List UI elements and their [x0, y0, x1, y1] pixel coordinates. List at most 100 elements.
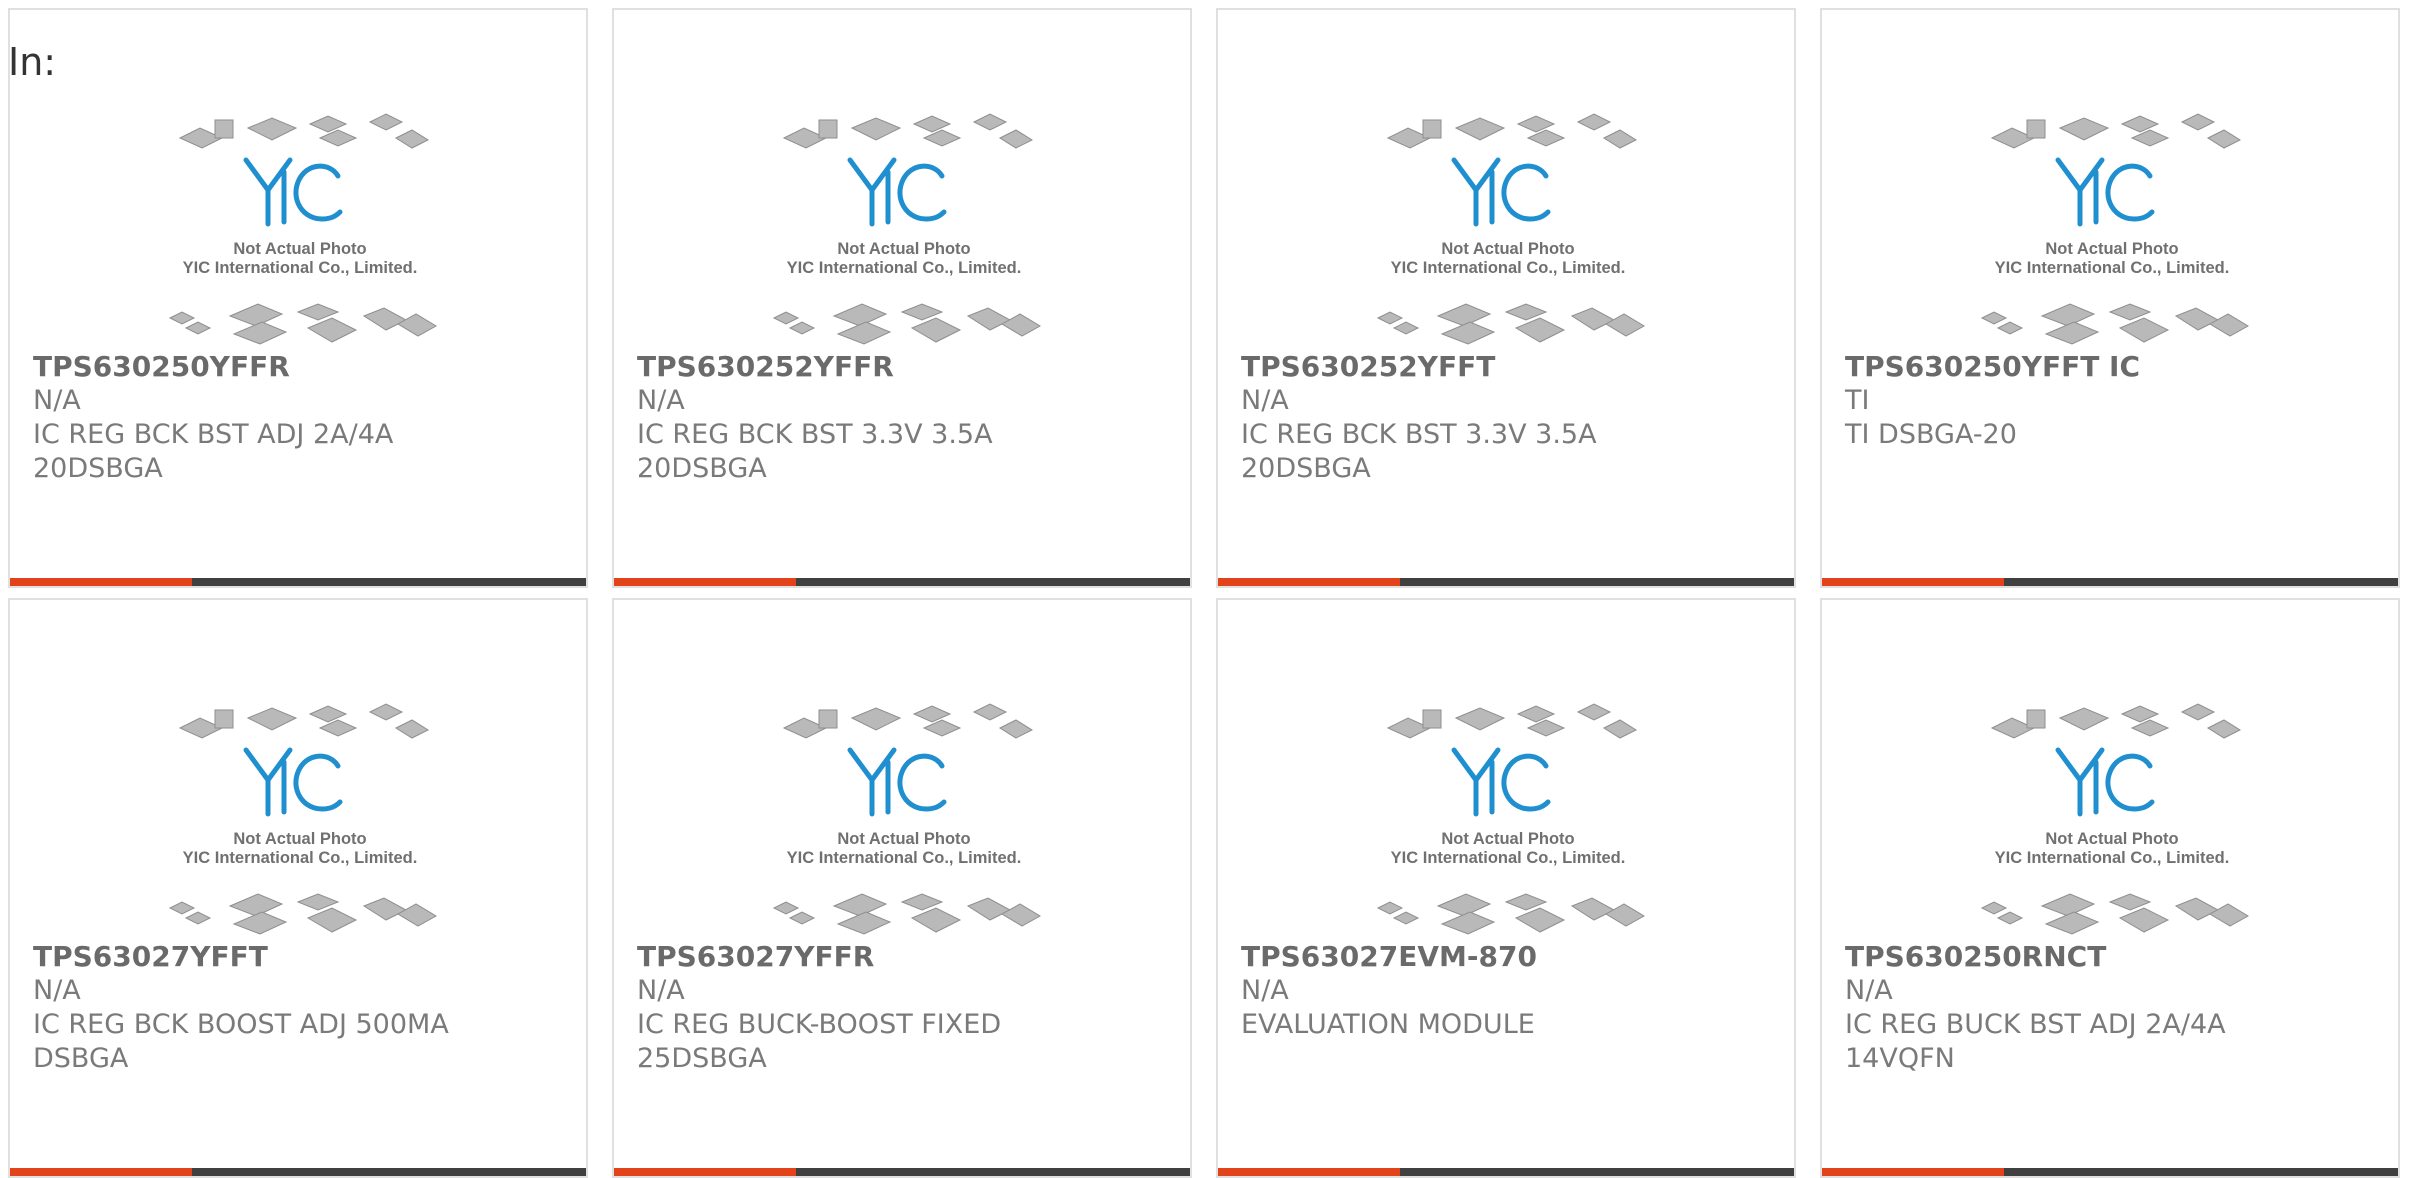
package: 14VQFN — [1845, 1043, 1955, 1074]
card-bar-accent — [1822, 1168, 2004, 1176]
part-number[interactable]: TPS630250RNCT — [1845, 940, 2380, 974]
description: IC REG BCK BOOST ADJ 500MA — [33, 1009, 449, 1040]
caption-line-2: YIC International Co., Limited. — [1390, 259, 1626, 277]
card-bar-accent — [1218, 578, 1400, 586]
manufacturer: N/A — [1241, 385, 1289, 416]
photo-caption: Not Actual Photo YIC International Co., L… — [1972, 830, 2252, 868]
caption-line-2: YIC International Co., Limited. — [1994, 849, 2230, 867]
yic-logo — [2055, 747, 2155, 817]
caption-line-1: Not Actual Photo — [2045, 240, 2179, 258]
caption-line-1: Not Actual Photo — [233, 830, 367, 848]
product-card[interactable]: Not Actual Photo YIC International Co., L… — [1216, 8, 1796, 588]
product-info: TPS630250RNCT N/A IC REG BUCK BST ADJ 2A… — [1845, 940, 2380, 1076]
description: IC REG BCK BST 3.3V 3.5A — [1241, 419, 1597, 450]
card-bar — [1822, 578, 2398, 586]
manufacturer: N/A — [1845, 975, 1893, 1006]
manufacturer: N/A — [637, 385, 685, 416]
package: 20DSBGA — [1241, 453, 1371, 484]
photo-caption: Not Actual Photo YIC International Co., L… — [764, 240, 1044, 278]
product-card[interactable]: Not Actual Photo YIC International Co., L… — [612, 598, 1192, 1178]
chip-outlines — [772, 703, 1041, 935]
photo-caption: Not Actual Photo YIC International Co., L… — [160, 240, 440, 278]
chip-outlines — [1980, 113, 2249, 345]
product-card[interactable]: Not Actual Photo YIC International Co., L… — [8, 8, 588, 588]
caption-line-1: Not Actual Photo — [837, 240, 971, 258]
yic-logo — [847, 747, 947, 817]
chip-outlines — [168, 113, 437, 345]
part-number[interactable]: TPS63027YFFR — [637, 940, 1172, 974]
caption-line-1: Not Actual Photo — [837, 830, 971, 848]
product-placeholder-photo: Not Actual Photo YIC International Co., L… — [764, 98, 1044, 348]
card-bar-accent — [10, 1168, 192, 1176]
caption-line-1: Not Actual Photo — [1441, 240, 1575, 258]
package: DSBGA — [33, 1043, 129, 1074]
product-info: TPS630252YFFT N/A IC REG BCK BST 3.3V 3.… — [1241, 350, 1776, 486]
card-bar — [614, 578, 1190, 586]
card-bar-accent — [614, 578, 796, 586]
chip-outlines — [1376, 703, 1645, 935]
yic-logo — [243, 157, 343, 227]
description: EVALUATION MODULE — [1241, 1009, 1535, 1040]
part-number[interactable]: TPS630250YFFR — [33, 350, 568, 384]
manufacturer: N/A — [33, 975, 81, 1006]
product-card[interactable]: Not Actual Photo YIC International Co., L… — [612, 8, 1192, 588]
package: 20DSBGA — [33, 453, 163, 484]
caption-line-2: YIC International Co., Limited. — [182, 849, 418, 867]
yic-logo — [243, 747, 343, 817]
description: TI DSBGA-20 — [1845, 419, 2017, 450]
part-number[interactable]: TPS630252YFFR — [637, 350, 1172, 384]
product-grid: Not Actual Photo YIC International Co., L… — [8, 8, 2400, 1178]
caption-line-2: YIC International Co., Limited. — [1390, 849, 1626, 867]
caption-line-2: YIC International Co., Limited. — [786, 259, 1022, 277]
product-card[interactable]: Not Actual Photo YIC International Co., L… — [8, 598, 588, 1178]
product-info: TPS630250YFFR N/A IC REG BCK BST ADJ 2A/… — [33, 350, 568, 486]
product-placeholder-photo: Not Actual Photo YIC International Co., L… — [764, 688, 1044, 938]
photo-caption: Not Actual Photo YIC International Co., L… — [1368, 830, 1648, 868]
product-placeholder-photo: Not Actual Photo YIC International Co., L… — [1368, 688, 1648, 938]
description: IC REG BUCK BST ADJ 2A/4A — [1845, 1009, 2226, 1040]
yic-logo — [1451, 747, 1551, 817]
card-bar — [1822, 1168, 2398, 1176]
photo-caption: Not Actual Photo YIC International Co., L… — [1972, 240, 2252, 278]
product-card[interactable]: Not Actual Photo YIC International Co., L… — [1216, 598, 1796, 1178]
page-heading: In: — [8, 40, 57, 84]
caption-line-2: YIC International Co., Limited. — [786, 849, 1022, 867]
card-bar-accent — [10, 578, 192, 586]
product-placeholder-photo: Not Actual Photo YIC International Co., L… — [1368, 98, 1648, 348]
product-placeholder-photo: Not Actual Photo YIC International Co., L… — [1972, 688, 2252, 938]
chip-outlines — [1376, 113, 1645, 345]
chip-outlines — [772, 113, 1041, 345]
product-card[interactable]: Not Actual Photo YIC International Co., L… — [1820, 8, 2400, 588]
photo-caption: Not Actual Photo YIC International Co., L… — [764, 830, 1044, 868]
chip-outlines — [168, 703, 437, 935]
description: IC REG BUCK-BOOST FIXED — [637, 1009, 1002, 1040]
description: IC REG BCK BST ADJ 2A/4A — [33, 419, 394, 450]
card-bar — [10, 1168, 586, 1176]
package: 20DSBGA — [637, 453, 767, 484]
chip-outlines — [1980, 703, 2249, 935]
card-bar — [1218, 1168, 1794, 1176]
part-number[interactable]: TPS630252YFFT — [1241, 350, 1776, 384]
product-info: TPS63027EVM-870 N/A EVALUATION MODULE — [1241, 940, 1776, 1042]
card-bar — [614, 1168, 1190, 1176]
product-card[interactable]: Not Actual Photo YIC International Co., L… — [1820, 598, 2400, 1178]
part-number[interactable]: TPS63027YFFT — [33, 940, 568, 974]
card-bar-accent — [614, 1168, 796, 1176]
package: 25DSBGA — [637, 1043, 767, 1074]
caption-line-1: Not Actual Photo — [233, 240, 367, 258]
caption-line-1: Not Actual Photo — [2045, 830, 2179, 848]
photo-caption: Not Actual Photo YIC International Co., L… — [1368, 240, 1648, 278]
photo-caption: Not Actual Photo YIC International Co., L… — [160, 830, 440, 868]
product-info: TPS630250YFFT IC TI TI DSBGA-20 — [1845, 350, 2380, 452]
yic-logo — [847, 157, 947, 227]
caption-line-1: Not Actual Photo — [1441, 830, 1575, 848]
yic-logo — [2055, 157, 2155, 227]
product-info: TPS63027YFFR N/A IC REG BUCK-BOOST FIXED… — [637, 940, 1172, 1076]
caption-line-2: YIC International Co., Limited. — [1994, 259, 2230, 277]
product-info: TPS63027YFFT N/A IC REG BCK BOOST ADJ 50… — [33, 940, 568, 1076]
part-number[interactable]: TPS63027EVM-870 — [1241, 940, 1776, 974]
card-bar-accent — [1822, 578, 2004, 586]
product-placeholder-photo: Not Actual Photo YIC International Co., L… — [1972, 98, 2252, 348]
description: IC REG BCK BST 3.3V 3.5A — [637, 419, 993, 450]
part-number[interactable]: TPS630250YFFT IC — [1845, 350, 2380, 384]
